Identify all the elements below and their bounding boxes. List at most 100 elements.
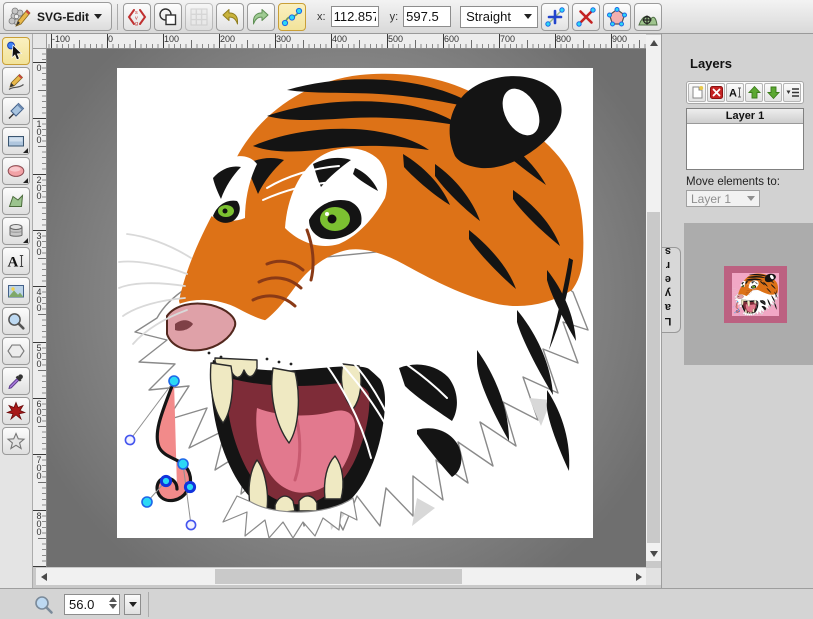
submenu-arrow-icon: [23, 178, 28, 183]
scrollbar-corner: [646, 568, 661, 585]
svg-text:A: A: [8, 255, 19, 271]
canvas-viewport[interactable]: [47, 49, 646, 567]
grid-button[interactable]: [185, 3, 213, 31]
wireframe-icon: [158, 7, 178, 27]
zoom-icon: [33, 594, 55, 616]
arrow-left-icon: [41, 573, 47, 581]
layers-sidebar: Layers A: [661, 34, 813, 588]
undo-button[interactable]: [216, 3, 244, 31]
arrow-right-icon: [636, 573, 642, 581]
layer-down-icon: [766, 85, 781, 100]
zoom-level-input[interactable]: [64, 594, 120, 615]
vertical-scrollbar[interactable]: [646, 35, 661, 561]
tool-shape-button[interactable]: [2, 397, 30, 425]
layer-menu-icon: [785, 85, 800, 100]
edit-source-button[interactable]: s v g: [123, 3, 151, 31]
open-path-icon: [606, 6, 628, 28]
select-icon: [6, 41, 26, 61]
zoom-tool-icon: [6, 311, 26, 331]
tool-palette: A: [0, 34, 33, 588]
top-toolbar: SVG-Edit s v g: [0, 0, 813, 34]
tool-image-button[interactable]: [2, 277, 30, 305]
tool-shape-library-button[interactable]: [2, 217, 30, 245]
rename-layer-icon: A: [728, 85, 743, 100]
rename-layer-button[interactable]: A: [726, 83, 744, 102]
add-node-icon: [544, 6, 566, 28]
red-shape-icon: [6, 401, 26, 421]
grid-icon: [189, 7, 209, 27]
tool-ellipse-button[interactable]: [2, 157, 30, 185]
tool-star-button[interactable]: [2, 427, 30, 455]
v-ruler: 0100200300400500600700800900: [33, 49, 47, 567]
chevron-down-icon: [94, 14, 102, 19]
delete-node-button[interactable]: [572, 3, 600, 31]
submenu-arrow-icon: [23, 148, 28, 153]
horizontal-scroll-thumb[interactable]: [215, 569, 462, 584]
y-coordinate-input[interactable]: [403, 6, 451, 27]
tool-text-button[interactable]: A: [2, 247, 30, 275]
layer-buttons-bar: A: [686, 81, 804, 104]
add-node-button[interactable]: [541, 3, 569, 31]
redo-icon: [250, 6, 272, 28]
svg-edit-logo-icon: [8, 5, 32, 29]
move-target-select[interactable]: Layer 1: [686, 190, 760, 207]
move-layer-down-button[interactable]: [764, 83, 782, 102]
logo-label: SVG-Edit: [37, 10, 89, 24]
star-icon: [6, 431, 26, 451]
layer-preview-panel: [684, 223, 813, 365]
path-nodes-icon: [281, 6, 303, 28]
new-layer-icon: [690, 85, 705, 100]
layer-row[interactable]: Layer 1: [687, 109, 803, 124]
redo-button[interactable]: [247, 3, 275, 31]
tool-select-button[interactable]: [2, 37, 30, 65]
line-icon: [6, 101, 26, 121]
toolbar-divider: [117, 4, 118, 30]
tool-zoom-button[interactable]: [2, 307, 30, 335]
layer-thumbnail: [724, 266, 787, 323]
drawing-canvas[interactable]: [117, 68, 593, 538]
pencil-icon: [6, 71, 26, 91]
tool-rectangle-button[interactable]: [2, 127, 30, 155]
new-layer-button[interactable]: [688, 83, 706, 102]
svg-edit-app: SVG-Edit s v g: [0, 0, 813, 619]
segment-type-select[interactable]: Straight: [460, 6, 538, 28]
vertical-scroll-thumb[interactable]: [647, 212, 660, 543]
scroll-up-button[interactable]: [646, 35, 661, 50]
scroll-left-button[interactable]: [36, 569, 51, 584]
arrow-up-icon: [650, 40, 658, 46]
hexagon-icon: [6, 341, 26, 361]
ruler-corner: [33, 34, 47, 49]
delete-layer-button[interactable]: [707, 83, 725, 102]
horizontal-scrollbar[interactable]: [36, 568, 646, 585]
tool-polygon-button[interactable]: [2, 337, 30, 365]
layers-panel-toggle[interactable]: Layers: [662, 247, 681, 333]
layer-menu-button[interactable]: [783, 83, 801, 102]
svg-text:g: g: [135, 21, 138, 27]
path-node-link-button[interactable]: [278, 3, 306, 31]
hill-target-icon: [637, 6, 659, 28]
statusbar-divider: [148, 592, 149, 617]
zoom-field: [64, 594, 120, 615]
move-layer-up-button[interactable]: [745, 83, 763, 102]
move-elements-label: Move elements to:: [686, 176, 780, 188]
chevron-down-icon: [524, 14, 532, 19]
h-ruler: -10001002003004005006007008009001000: [33, 34, 646, 49]
layers-panel-title: Layers: [690, 56, 732, 71]
tool-eyedropper-button[interactable]: [2, 367, 30, 395]
tool-path-button[interactable]: [2, 187, 30, 215]
main-menu-button[interactable]: SVG-Edit: [3, 2, 112, 31]
tool-line-button[interactable]: [2, 97, 30, 125]
status-bar: [0, 588, 813, 619]
segment-type-value: Straight: [466, 9, 511, 24]
scroll-down-button[interactable]: [646, 546, 661, 561]
x-coordinate-input[interactable]: [331, 6, 379, 27]
undo-icon: [219, 6, 241, 28]
scroll-right-button[interactable]: [631, 569, 646, 584]
wireframe-mode-button[interactable]: [154, 3, 182, 31]
open-path-button[interactable]: [603, 3, 631, 31]
path-shape-icon: [6, 191, 26, 211]
text-icon: A: [6, 251, 26, 271]
zoom-preset-dropdown[interactable]: [124, 594, 141, 615]
tool-pencil-button[interactable]: [2, 67, 30, 95]
add-subpath-button[interactable]: [634, 3, 662, 31]
